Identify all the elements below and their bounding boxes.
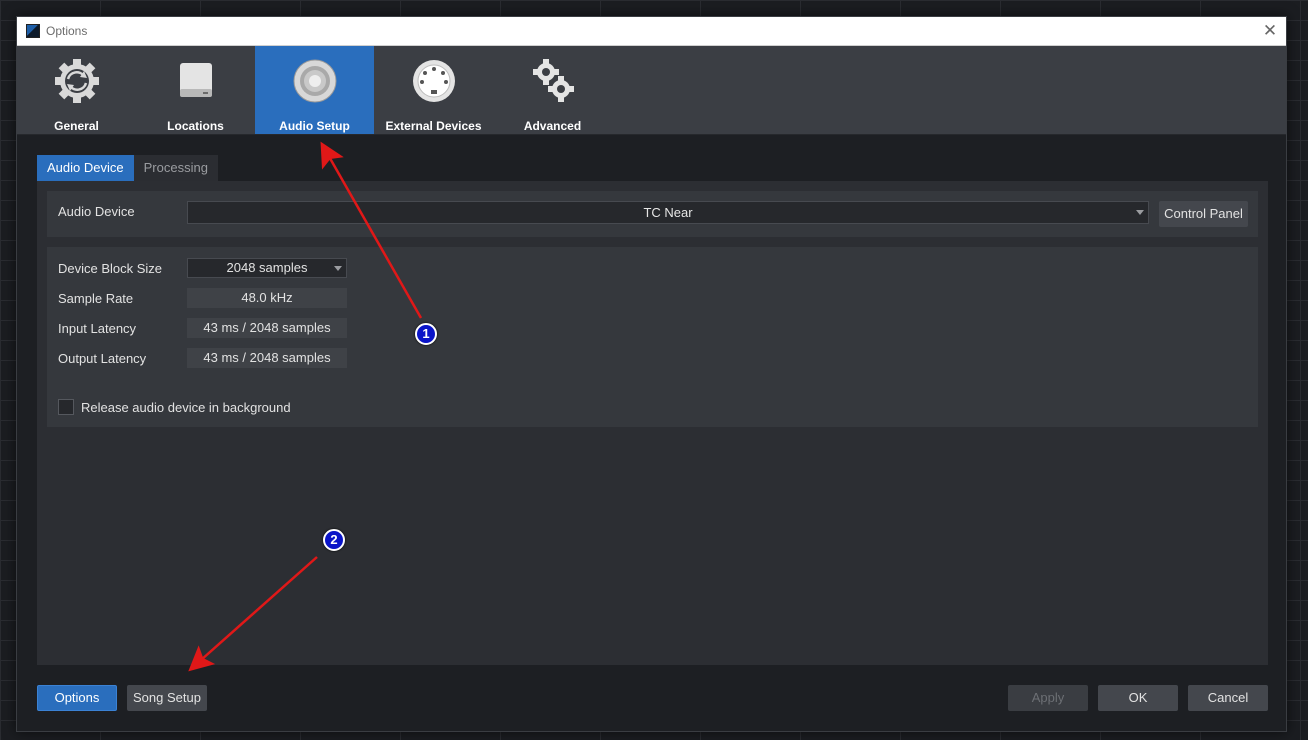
- title-bar: Options ✕: [17, 17, 1286, 46]
- speaker-icon: [291, 57, 339, 105]
- tab-processing[interactable]: Processing: [133, 155, 218, 181]
- content-area: Audio Device Processing Audio Device TC …: [17, 135, 1286, 731]
- category-toolbar: General Locations Audio Setup External D…: [17, 46, 1286, 134]
- tool-label: General: [54, 119, 99, 133]
- block-size-select[interactable]: 2048 samples: [187, 258, 347, 278]
- midi-port-icon: [410, 57, 458, 105]
- control-panel-button[interactable]: Control Panel: [1159, 201, 1248, 227]
- gear-refresh-icon: [53, 57, 101, 105]
- audio-device-panel: Audio Device TC Near Control Panel Devic…: [37, 181, 1268, 665]
- tool-locations[interactable]: Locations: [136, 46, 255, 134]
- tab-audio-device[interactable]: Audio Device: [37, 155, 134, 181]
- gears-icon: [529, 57, 577, 105]
- device-selection-group: Audio Device TC Near Control Panel: [47, 191, 1258, 237]
- tool-label: Locations: [167, 119, 224, 133]
- annotation-badge-2: 2: [323, 529, 345, 551]
- input-latency-label: Input Latency: [58, 321, 137, 336]
- audio-device-select[interactable]: TC Near: [187, 201, 1149, 224]
- cancel-button[interactable]: Cancel: [1188, 685, 1268, 711]
- options-button[interactable]: Options: [37, 685, 117, 711]
- window-title: Options: [46, 24, 88, 38]
- block-size-label: Device Block Size: [58, 261, 163, 276]
- block-size-value: 2048 samples: [226, 260, 308, 275]
- tool-external-devices[interactable]: External Devices: [374, 46, 493, 134]
- release-background-option: Release audio device in background: [58, 399, 291, 415]
- output-latency-value: 43 ms / 2048 samples: [187, 348, 347, 368]
- input-latency-value: 43 ms / 2048 samples: [187, 318, 347, 338]
- tool-label: External Devices: [385, 119, 482, 133]
- release-background-label: Release audio device in background: [81, 399, 291, 415]
- release-background-checkbox[interactable]: [58, 399, 74, 415]
- annotation-badge-1: 1: [415, 323, 437, 345]
- tool-label: Advanced: [523, 119, 582, 133]
- sample-rate-label: Sample Rate: [58, 291, 134, 306]
- chevron-down-icon: [1136, 210, 1144, 215]
- audio-device-label: Audio Device: [58, 204, 135, 219]
- song-setup-button[interactable]: Song Setup: [127, 685, 207, 711]
- ok-button[interactable]: OK: [1098, 685, 1178, 711]
- tab-bar: Audio Device Processing: [37, 155, 218, 181]
- app-icon: [26, 24, 40, 38]
- close-icon[interactable]: ✕: [1260, 21, 1280, 41]
- output-latency-label: Output Latency: [58, 351, 147, 366]
- options-dialog: Options ✕ General Locations Audio Setup …: [16, 16, 1287, 732]
- hard-drive-icon: [172, 57, 220, 105]
- device-settings-group: Device Block Size 2048 samples Sample Ra…: [47, 247, 1258, 427]
- audio-device-value: TC Near: [643, 205, 693, 220]
- tool-general[interactable]: General: [17, 46, 136, 134]
- tool-advanced[interactable]: Advanced: [493, 46, 612, 134]
- sample-rate-value: 48.0 kHz: [187, 288, 347, 308]
- apply-button[interactable]: Apply: [1008, 685, 1088, 711]
- tool-audio-setup[interactable]: Audio Setup: [255, 46, 374, 134]
- tool-label: Audio Setup: [279, 119, 350, 133]
- chevron-down-icon: [334, 266, 342, 271]
